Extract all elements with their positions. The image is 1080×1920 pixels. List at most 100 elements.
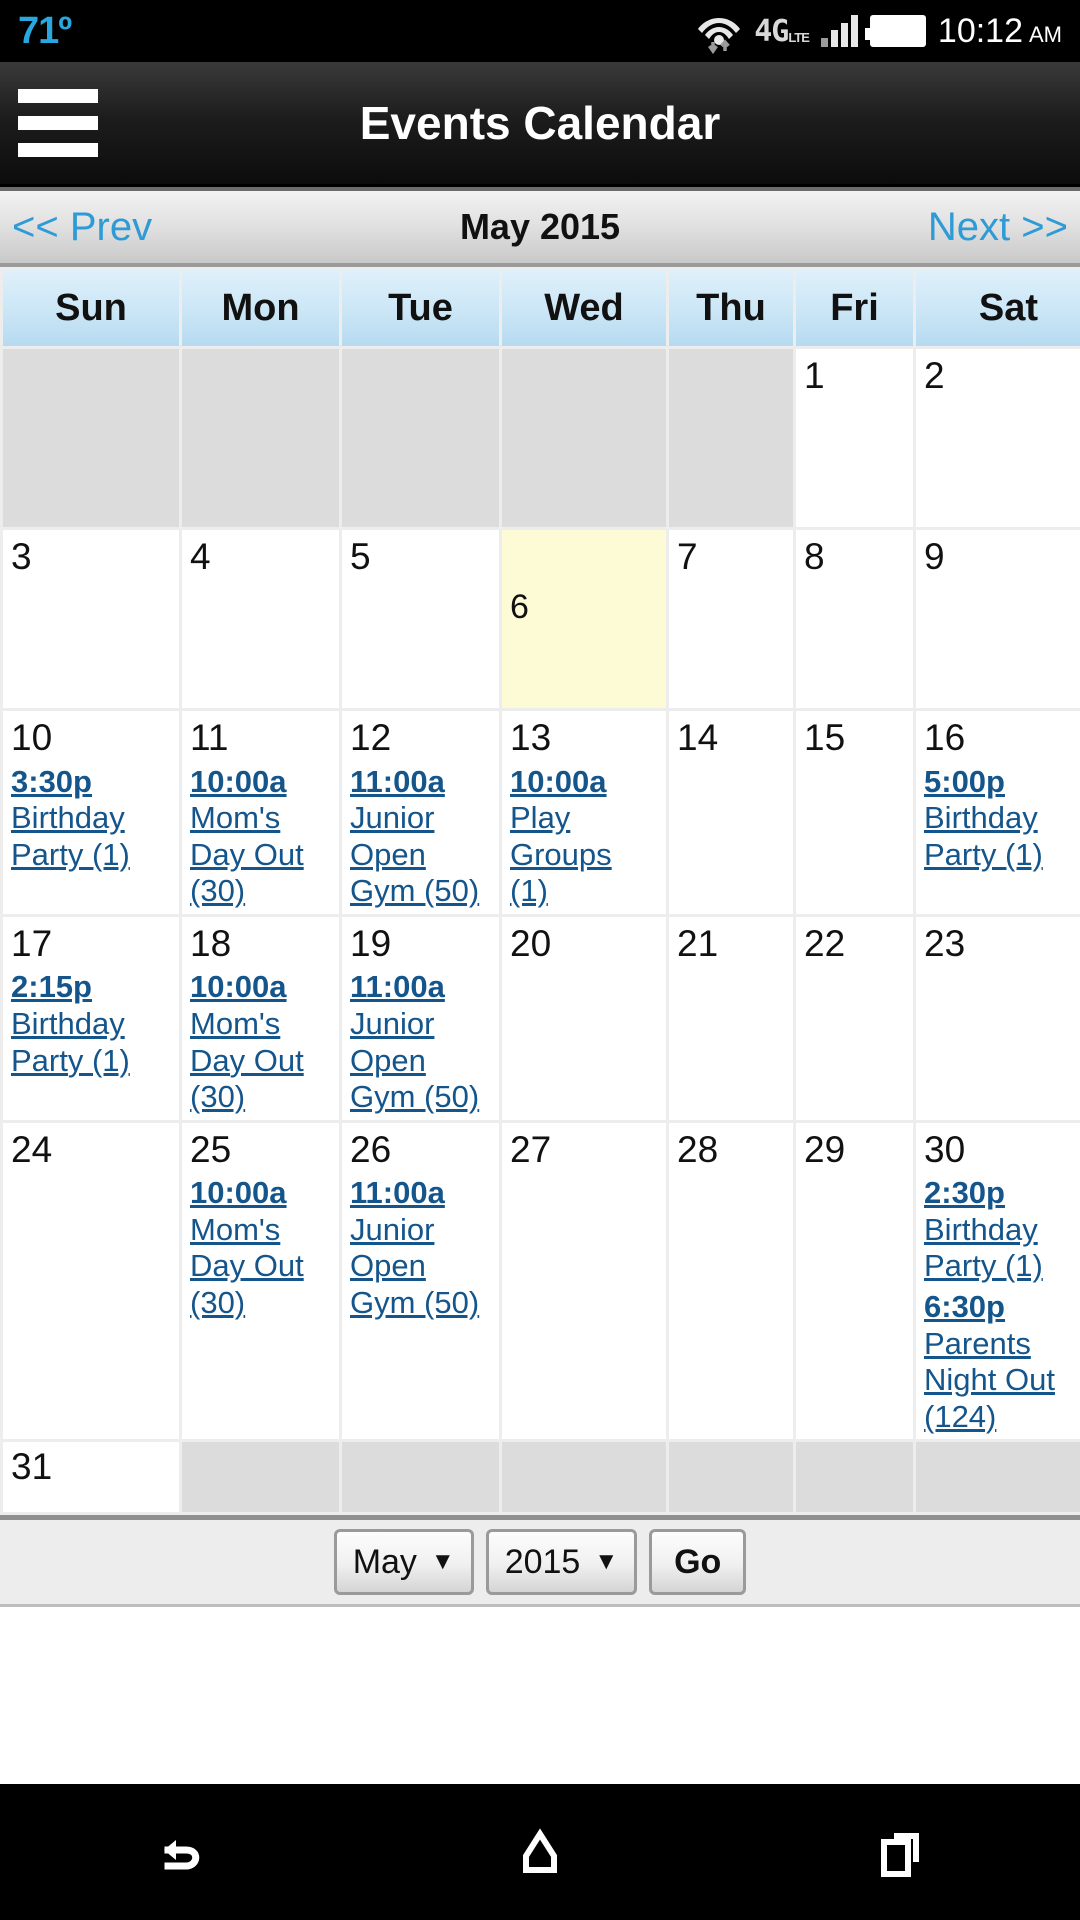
day-number: 26 xyxy=(350,1128,392,1170)
calendar-cell-day-17[interactable]: 17 2:15p Birthday Party (1) xyxy=(3,916,179,1120)
day-number: 13 xyxy=(510,717,552,758)
day-number: 8 xyxy=(804,536,825,577)
event-name: Mom's Day Out (30) xyxy=(190,1211,304,1320)
event-name: Junior Open Gym (50) xyxy=(350,1211,480,1320)
day-number: 17 xyxy=(11,922,53,964)
calendar-week-row: 12 xyxy=(3,349,1080,527)
calendar-cell-day-26[interactable]: 26 11:00a Junior Open Gym (50) xyxy=(342,1122,499,1440)
hamburger-menu-icon[interactable] xyxy=(18,89,98,157)
calendar-cell-day-15[interactable]: 15 xyxy=(796,711,913,914)
day-number: 1 xyxy=(804,355,825,396)
day-number: 21 xyxy=(677,922,719,964)
chevron-down-icon: ▼ xyxy=(594,1548,619,1576)
calendar-cell-day-28[interactable]: 28 xyxy=(669,1122,793,1440)
event-name: Parents Night Out (124) xyxy=(924,1325,1055,1434)
calendar-cell-day-18[interactable]: 18 10:00a Mom's Day Out (30) xyxy=(182,916,339,1120)
day-number: 5 xyxy=(350,536,371,577)
calendar-week-row: 24 25 10:00a Mom's Day Out (30) 26 11:00a Ju… xyxy=(3,1122,1080,1440)
event-link[interactable]: 11:00a Junior Open Gym (50) xyxy=(350,764,491,910)
event-time: 11:00a xyxy=(350,1175,445,1211)
event-link[interactable]: 10:00a Mom's Day Out (30) xyxy=(190,1175,331,1321)
calendar-cell-day-9[interactable]: 9 xyxy=(916,530,1080,708)
app-title-bar: Events Calendar xyxy=(0,62,1080,187)
event-name: Birthday Party (1) xyxy=(924,800,1043,872)
year-select[interactable]: 2015 ▼ xyxy=(485,1529,638,1596)
calendar-cell-day-16[interactable]: 16 5:00p Birthday Party (1) xyxy=(916,711,1080,914)
calendar-cell-empty xyxy=(182,1442,339,1513)
day-number: 4 xyxy=(190,536,211,577)
event-link[interactable]: 11:00a Junior Open Gym (50) xyxy=(350,969,491,1115)
event-link[interactable]: 6:30p Parents Night Out (124) xyxy=(924,1289,1080,1435)
day-number: 30 xyxy=(924,1128,966,1170)
day-number: 6 xyxy=(510,588,529,626)
calendar-cell-day-11[interactable]: 11 10:00a Mom's Day Out (30) xyxy=(182,711,339,914)
calendar-cell-day-2[interactable]: 2 xyxy=(916,349,1080,527)
calendar-cell-day-30[interactable]: 30 2:30p Birthday Party (1) 6:30p Parents … xyxy=(916,1122,1080,1440)
calendar-cell-day-13[interactable]: 13 10:00a Play Groups (1) xyxy=(502,711,666,914)
event-name: Junior Open Gym (50) xyxy=(350,1005,480,1115)
calendar-cell-day-4[interactable]: 4 xyxy=(182,530,339,708)
weekday-header-row: Sun Mon Tue Wed Thu Fri Sat xyxy=(3,270,1080,346)
calendar-cell-day-23[interactable]: 23 xyxy=(916,916,1080,1120)
calendar-cell-day-12[interactable]: 12 11:00a Junior Open Gym (50) xyxy=(342,711,499,914)
calendar-cell-day-3[interactable]: 3 xyxy=(3,530,179,708)
calendar-cell-day-7[interactable]: 7 xyxy=(669,530,793,708)
clock-time: 10:12 xyxy=(937,11,1023,50)
calendar-cell-empty xyxy=(669,349,793,527)
event-link[interactable]: 10:00a Mom's Day Out (30) xyxy=(190,764,331,910)
event-time: 6:30p xyxy=(924,1289,1005,1324)
prev-month-button[interactable]: << Prev xyxy=(12,205,152,250)
day-number: 14 xyxy=(677,717,719,758)
day-number: 7 xyxy=(677,536,698,577)
calendar-cell-day-19[interactable]: 19 11:00a Junior Open Gym (50) xyxy=(342,916,499,1120)
home-icon[interactable] xyxy=(480,1807,600,1897)
next-month-button[interactable]: Next >> xyxy=(928,205,1068,250)
day-number: 28 xyxy=(677,1128,719,1170)
event-time: 11:00a xyxy=(350,763,445,799)
event-link[interactable]: 3:30p Birthday Party (1) xyxy=(11,764,171,874)
recents-icon[interactable] xyxy=(840,1807,960,1897)
calendar-cell-day-24[interactable]: 24 xyxy=(3,1122,179,1440)
event-link[interactable]: 11:00a Junior Open Gym (50) xyxy=(350,1175,491,1321)
event-link[interactable]: 5:00p Birthday Party (1) xyxy=(924,764,1080,874)
day-number: 19 xyxy=(350,922,392,964)
calendar-cell-day-21[interactable]: 21 xyxy=(669,916,793,1120)
clock-ampm: AM xyxy=(1029,21,1062,47)
calendar-cell-day-8[interactable]: 8 xyxy=(796,530,913,708)
calendar-cell-day-29[interactable]: 29 xyxy=(796,1122,913,1440)
day-number: 31 xyxy=(11,1446,53,1488)
status-icons: 4G LTE 10:12 AM xyxy=(696,10,1062,54)
calendar-cell-day-20[interactable]: 20 xyxy=(502,916,666,1120)
calendar-cell-day-14[interactable]: 14 xyxy=(669,711,793,914)
event-link[interactable]: 10:00a Play Groups (1) xyxy=(510,764,658,910)
weekday-header-mon: Mon xyxy=(182,270,339,346)
calendar-cell-day-27[interactable]: 27 xyxy=(502,1122,666,1440)
temperature-indicator: 71º xyxy=(18,9,72,52)
event-name: Birthday Party (1) xyxy=(924,1211,1043,1284)
event-link[interactable]: 2:15p Birthday Party (1) xyxy=(11,969,171,1079)
weekday-header-tue: Tue xyxy=(342,270,499,346)
calendar-cell-empty xyxy=(916,1442,1080,1513)
event-time: 2:30p xyxy=(924,1175,1005,1211)
calendar-week-row: 3 4 5 6 7 8 9 xyxy=(3,530,1080,708)
month-select[interactable]: May ▼ xyxy=(333,1529,474,1596)
calendar-cell-day-25[interactable]: 25 10:00a Mom's Day Out (30) xyxy=(182,1122,339,1440)
calendar-cell-day-31[interactable]: 31 xyxy=(3,1442,179,1513)
event-time: 3:30p xyxy=(11,763,92,799)
back-icon[interactable] xyxy=(120,1807,240,1897)
day-number: 3 xyxy=(11,536,32,577)
calendar-cell-day-1[interactable]: 1 xyxy=(796,349,913,527)
calendar-week-row: 10 3:30p Birthday Party (1) 11 10:00a Mom's… xyxy=(3,711,1080,914)
wifi-icon xyxy=(696,10,742,54)
event-time: 5:00p xyxy=(924,763,1005,799)
current-month-label: May 2015 xyxy=(459,206,621,247)
calendar-cell-day-6[interactable]: 6 xyxy=(502,530,666,708)
event-time: 2:15p xyxy=(11,969,92,1005)
event-link[interactable]: 10:00a Mom's Day Out (30) xyxy=(190,969,331,1115)
calendar-cell-empty xyxy=(182,349,339,527)
calendar-cell-day-22[interactable]: 22 xyxy=(796,916,913,1120)
event-link[interactable]: 2:30p Birthday Party (1) xyxy=(924,1175,1080,1285)
go-button[interactable]: Go xyxy=(649,1529,747,1596)
calendar-cell-day-5[interactable]: 5 xyxy=(342,530,499,708)
calendar-cell-day-10[interactable]: 10 3:30p Birthday Party (1) xyxy=(3,711,179,914)
